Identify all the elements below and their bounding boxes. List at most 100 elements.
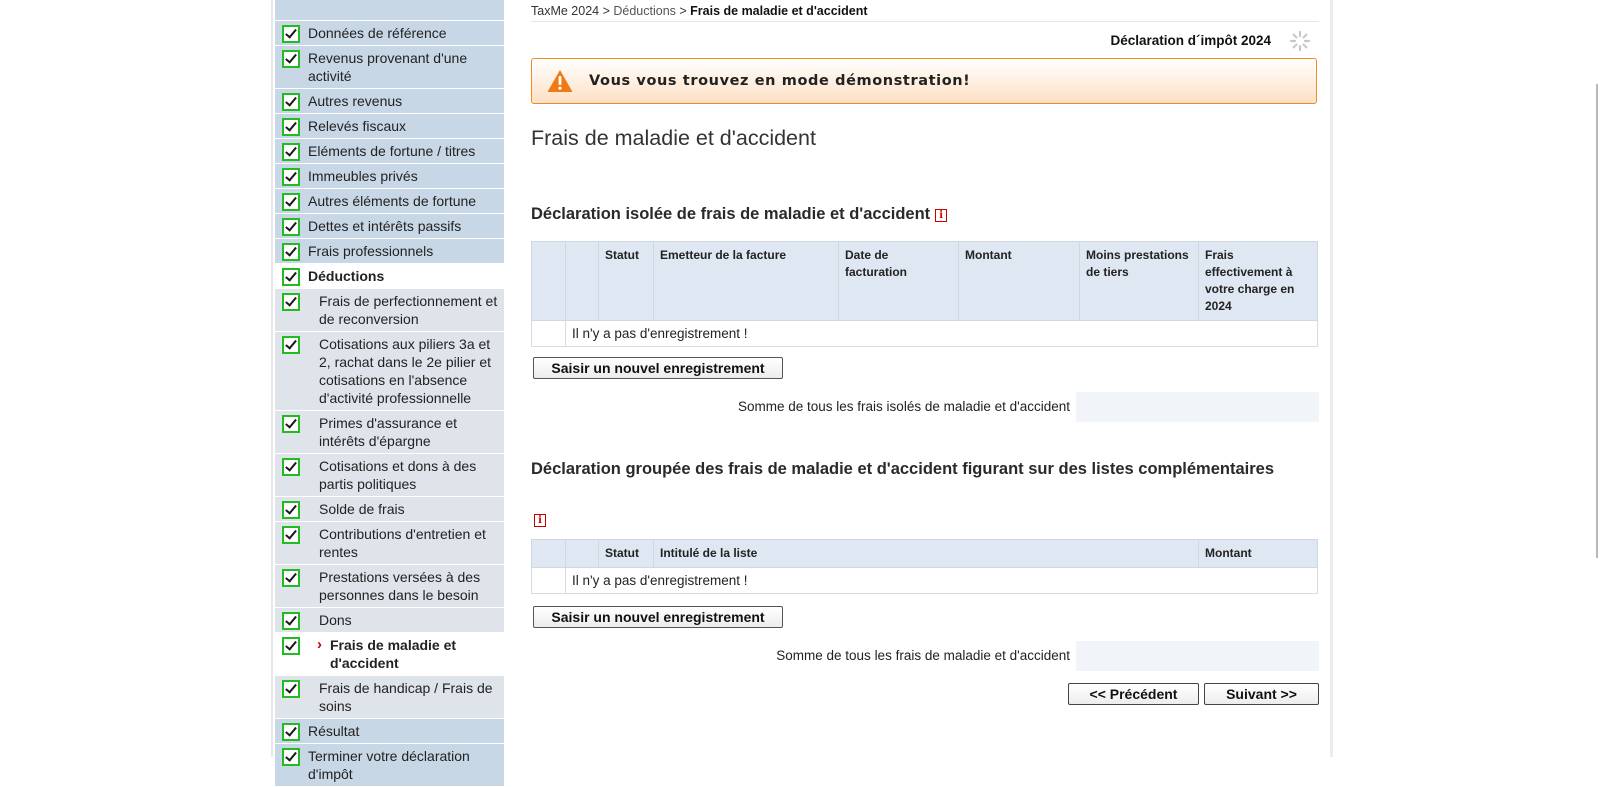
table-header-emetteur[interactable]: Emetteur de la facture (653, 241, 839, 321)
warning-icon (547, 70, 573, 92)
check-icon (282, 118, 300, 136)
sidebar-item-terminer[interactable]: Terminer votre déclaration d'impôt (275, 744, 504, 787)
sidebar-item-resultat[interactable]: Résultat (275, 719, 504, 744)
check-icon (282, 168, 300, 186)
sidebar-subitem-solde-frais[interactable]: Solde de frais (275, 497, 504, 522)
sidebar-item-label: Autres revenus (308, 93, 403, 109)
breadcrumb-separator: > (675, 4, 691, 18)
demo-mode-banner: Vous vous trouvez en mode démonstration! (531, 58, 1317, 104)
sidebar-item-label: Frais de handicap / Frais de soins (319, 680, 493, 714)
sidebar-item-dettes[interactable]: Dettes et intérêts passifs (275, 214, 504, 239)
sidebar-item-label: Terminer votre déclaration d'impôt (308, 748, 470, 782)
table-header-select (531, 539, 566, 568)
table-header-date[interactable]: Date de facturation (838, 241, 959, 321)
breadcrumb: TaxMe 2024 > Déductions > Frais de malad… (531, 4, 868, 18)
table-header-frais-effectifs[interactable]: Frais effectivement à votre charge en 20… (1198, 241, 1318, 321)
table-header-moins-prestations[interactable]: Moins prestations de tiers (1079, 241, 1199, 321)
sidebar-item-label: Autres éléments de fortune (308, 193, 477, 209)
sidebar-item-immeubles[interactable]: Immeubles privés (275, 164, 504, 189)
sidebar-item-deductions[interactable]: Déductions (275, 264, 504, 289)
table-header-montant[interactable]: Montant (958, 241, 1080, 321)
check-icon (282, 415, 300, 433)
sum-isolated-value (1076, 392, 1319, 422)
sidebar-item-donnees-reference[interactable]: Données de référence (275, 21, 504, 46)
sidebar-item-label: Eléments de fortune / titres (308, 143, 476, 159)
sidebar-item-frais-professionnels[interactable]: Frais professionnels (275, 239, 504, 264)
breadcrumb-separator: > (599, 4, 614, 18)
sidebar-item-label: Prestations versées à des personnes dans… (319, 569, 481, 603)
check-icon (282, 50, 300, 68)
isolated-expenses-table: Statut Emetteur de la facture Date de fa… (531, 241, 1318, 347)
info-icon[interactable]: i (534, 514, 546, 527)
next-button[interactable]: Suivant >> (1204, 683, 1319, 705)
table-header-statut[interactable]: Statut (598, 241, 654, 321)
check-icon (282, 336, 300, 354)
sidebar-item-label: Résultat (308, 723, 360, 739)
sidebar-subitem-partis-politiques[interactable]: Cotisations et dons à des partis politiq… (275, 454, 504, 497)
sidebar-subitem-contributions-entretien[interactable]: Contributions d'entretien et rentes (275, 522, 504, 565)
sidebar-item-label: Cotisations et dons à des partis politiq… (319, 458, 477, 492)
sidebar-item-revenus-activite[interactable]: Revenus provenant d'une activité (275, 46, 504, 89)
sidebar-item-label: Cotisations aux piliers 3a et 2, rachat … (319, 336, 491, 406)
sidebar-item-label: Déductions (308, 268, 385, 284)
current-chevron-icon: › (317, 636, 322, 653)
sidebar-item-label: Frais de maladie et d'accident (330, 637, 457, 671)
check-icon (282, 243, 300, 261)
sidebar-item-releves-fiscaux[interactable]: Relevés fiscaux (275, 114, 504, 139)
sidebar-subitem-primes-assurance[interactable]: Primes d'assurance et intérêts d'épargne (275, 411, 504, 454)
check-icon (282, 501, 300, 519)
sidebar-subitem-frais-maladie[interactable]: › Frais de maladie et d'accident (275, 633, 504, 676)
new-record-button-isolated[interactable]: Saisir un nouvel enregistrement (533, 357, 783, 379)
sum-isolated-label: Somme de tous les frais isolés de maladi… (738, 399, 1070, 414)
page-border-right (1330, 0, 1333, 757)
new-record-button-grouped[interactable]: Saisir un nouvel enregistrement (533, 606, 783, 628)
table-header-select (531, 241, 566, 321)
previous-button[interactable]: << Précédent (1068, 683, 1199, 705)
sidebar-item-fortune-titres[interactable]: Eléments de fortune / titres (275, 139, 504, 164)
sidebar-subitem-dons[interactable]: Dons (275, 608, 504, 633)
page-title: Frais de maladie et d'accident (531, 126, 816, 150)
scrollbar-thumb[interactable] (1596, 84, 1598, 558)
sidebar-subitem-prestations-besoin[interactable]: Prestations versées à des personnes dans… (275, 565, 504, 608)
check-icon (282, 748, 300, 766)
breadcrumb-deductions[interactable]: Déductions (613, 4, 676, 18)
demo-mode-text: Vous vous trouvez en mode démonstration! (589, 73, 971, 89)
breadcrumb-divider (531, 21, 1319, 22)
sidebar-nav: Données de référence Revenus provenant d… (275, 0, 504, 787)
sidebar-item-label: Frais de perfectionnement et de reconver… (319, 293, 498, 327)
sum-grouped-label: Somme de tous les frais de maladie et d'… (776, 648, 1070, 663)
declaration-title: Déclaration d´impôt 2024 (1110, 33, 1271, 48)
sum-grouped-value (1076, 641, 1319, 671)
sidebar-item-label: Dons (319, 612, 352, 628)
sidebar-subitem-perfectionnement[interactable]: Frais de perfectionnement et de reconver… (275, 289, 504, 332)
empty-records-text: Il n'y a pas d'enregistrement ! (565, 320, 1318, 347)
check-icon (282, 680, 300, 698)
sidebar-top-band (275, 0, 504, 21)
sidebar-item-label: Données de référence (308, 25, 447, 41)
sidebar-subitem-frais-handicap[interactable]: Frais de handicap / Frais de soins (275, 676, 504, 719)
sidebar-item-autres-fortune[interactable]: Autres éléments de fortune (275, 189, 504, 214)
table-header-montant[interactable]: Montant (1198, 539, 1318, 568)
breadcrumb-root[interactable]: TaxMe 2024 (531, 4, 599, 18)
sidebar-item-autres-revenus[interactable]: Autres revenus (275, 89, 504, 114)
table-header-statut[interactable]: Statut (598, 539, 654, 568)
check-icon (282, 723, 300, 741)
check-icon (282, 612, 300, 630)
check-icon (282, 458, 300, 476)
sidebar-subitem-piliers[interactable]: Cotisations aux piliers 3a et 2, rachat … (275, 332, 504, 411)
sidebar-item-label: Frais professionnels (308, 243, 434, 259)
sidebar-item-label: Primes d'assurance et intérêts d'épargne (319, 415, 458, 449)
table-cell-empty (531, 567, 566, 594)
sidebar-item-label: Relevés fiscaux (308, 118, 407, 134)
section-isolee-title: Déclaration isolée de frais de maladie e… (531, 205, 948, 224)
table-header-intitule[interactable]: Intitulé de la liste (653, 539, 1199, 568)
breadcrumb-current: Frais de maladie et d'accident (690, 4, 868, 18)
info-icon[interactable]: i (935, 209, 948, 222)
check-icon (282, 569, 300, 587)
check-icon (282, 193, 300, 211)
check-icon (282, 637, 300, 655)
sidebar-item-label: Dettes et intérêts passifs (308, 218, 462, 234)
table-cell-empty (531, 320, 566, 347)
table-header-action (565, 241, 599, 321)
check-icon (282, 526, 300, 544)
